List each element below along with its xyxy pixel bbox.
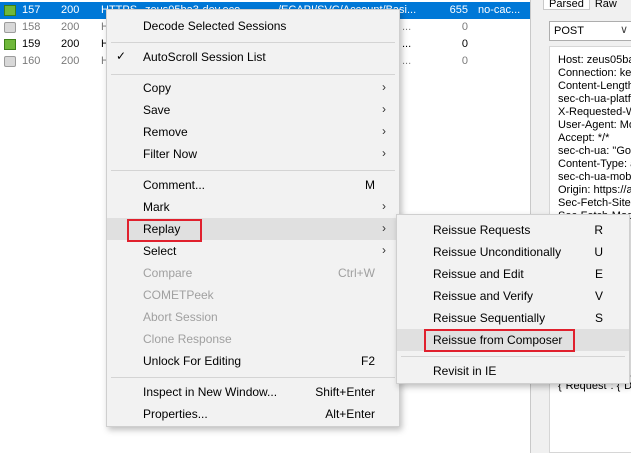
- chevron-down-icon: ∨: [619, 24, 628, 36]
- replay-highlight-box: [127, 219, 202, 242]
- menu-item-copy[interactable]: Copy ›: [107, 77, 399, 99]
- menu-item-properties[interactable]: Properties... Alt+Enter: [107, 403, 399, 425]
- menu-item-reissue-and-edit[interactable]: Reissue and Edit E: [397, 263, 629, 285]
- session-body: 0: [461, 55, 468, 67]
- session-url: ...: [402, 55, 412, 67]
- context-menu: Decode Selected Sessions ✓ AutoScroll Se…: [106, 9, 400, 427]
- method-value: POST: [554, 25, 584, 37]
- session-url: ...: [402, 38, 412, 50]
- session-url: ...: [402, 21, 412, 33]
- menu-item-revisit-in-ie[interactable]: Revisit in IE: [397, 360, 629, 382]
- header-line: Content-Length: [558, 80, 631, 92]
- menu-item-mark[interactable]: Mark ›: [107, 196, 399, 218]
- session-body: 0: [461, 21, 468, 33]
- inspector-tabs: Parsed Raw: [543, 0, 622, 12]
- header-line: sec-ch-ua: "Goo: [558, 145, 631, 157]
- menu-item-reissue-and-verify[interactable]: Reissue and Verify V: [397, 285, 629, 307]
- menu-item-reissue-requests[interactable]: Reissue Requests R: [397, 219, 629, 241]
- session-id: 159: [22, 38, 41, 50]
- menu-item-comment[interactable]: Comment... M: [107, 174, 399, 196]
- chevron-right-icon: ›: [382, 146, 386, 160]
- session-result: 200: [61, 4, 80, 16]
- tab-parsed[interactable]: Parsed: [543, 0, 590, 10]
- header-line: Sec-Fetch-Site:: [558, 197, 631, 209]
- header-line: sec-ch-ua-platfo: [558, 93, 631, 105]
- session-id: 160: [22, 55, 41, 67]
- header-line: Accept: */*: [558, 132, 610, 144]
- chevron-right-icon: ›: [382, 221, 386, 235]
- checkmark-icon: ✓: [116, 49, 127, 63]
- header-line: Origin: https://a: [558, 184, 631, 196]
- menu-item-compare[interactable]: Compare Ctrl+W: [107, 262, 399, 284]
- session-id: 157: [22, 4, 41, 16]
- menu-item-select[interactable]: Select ›: [107, 240, 399, 262]
- header-line: Host: zeus05ba: [558, 54, 631, 66]
- menu-item-reissue-unconditionally[interactable]: Reissue Unconditionally U: [397, 241, 629, 263]
- arrow-icon: [4, 39, 16, 50]
- menu-separator: [111, 170, 395, 171]
- composer-highlight-box: [424, 329, 575, 352]
- menu-item-unlock-for-editing[interactable]: Unlock For Editing F2: [107, 350, 399, 372]
- header-line: Connection: kee: [558, 67, 631, 79]
- header-line: sec-ch-ua-mobil: [558, 171, 631, 183]
- header-line: Content-Type: a: [558, 158, 631, 170]
- menu-item-decode-selected-sessions[interactable]: Decode Selected Sessions: [107, 15, 399, 37]
- method-select[interactable]: POST ∨: [549, 21, 631, 41]
- arrow-icon: [4, 5, 16, 16]
- session-id: 158: [22, 21, 41, 33]
- chevron-right-icon: ›: [382, 124, 386, 138]
- session-result: 200: [61, 21, 80, 33]
- lock-icon: [4, 56, 16, 67]
- menu-separator: [111, 377, 395, 378]
- menu-item-clone-response[interactable]: Clone Response: [107, 328, 399, 350]
- menu-item-remove[interactable]: Remove ›: [107, 121, 399, 143]
- menu-item-reissue-sequentially[interactable]: Reissue Sequentially S: [397, 307, 629, 329]
- header-line: X-Requested-W: [558, 106, 631, 118]
- chevron-right-icon: ›: [382, 102, 386, 116]
- chevron-right-icon: ›: [382, 199, 386, 213]
- session-body: 0: [461, 38, 468, 50]
- request-body[interactable]: {"Request": {"D: [549, 376, 631, 453]
- menu-item-inspect-new-window[interactable]: Inspect in New Window... Shift+Enter: [107, 381, 399, 403]
- replay-submenu: Reissue Requests R Reissue Unconditional…: [396, 214, 630, 384]
- menu-separator: [111, 74, 395, 75]
- header-line: User-Agent: Mo: [558, 119, 631, 131]
- menu-item-autoscroll[interactable]: ✓ AutoScroll Session List: [107, 46, 399, 68]
- menu-item-save[interactable]: Save ›: [107, 99, 399, 121]
- menu-item-cometpeek[interactable]: COMETPeek: [107, 284, 399, 306]
- menu-item-abort-session[interactable]: Abort Session: [107, 306, 399, 328]
- chevron-right-icon: ›: [382, 243, 386, 257]
- menu-item-filter-now[interactable]: Filter Now ›: [107, 143, 399, 165]
- session-body: 655: [449, 4, 468, 16]
- chevron-right-icon: ›: [382, 80, 386, 94]
- session-result: 200: [61, 38, 80, 50]
- menu-separator: [401, 356, 625, 357]
- session-result: 200: [61, 55, 80, 67]
- tab-raw[interactable]: Raw: [590, 0, 622, 10]
- session-caching: no-cac...: [478, 4, 521, 16]
- menu-separator: [111, 42, 395, 43]
- lock-icon: [4, 22, 16, 33]
